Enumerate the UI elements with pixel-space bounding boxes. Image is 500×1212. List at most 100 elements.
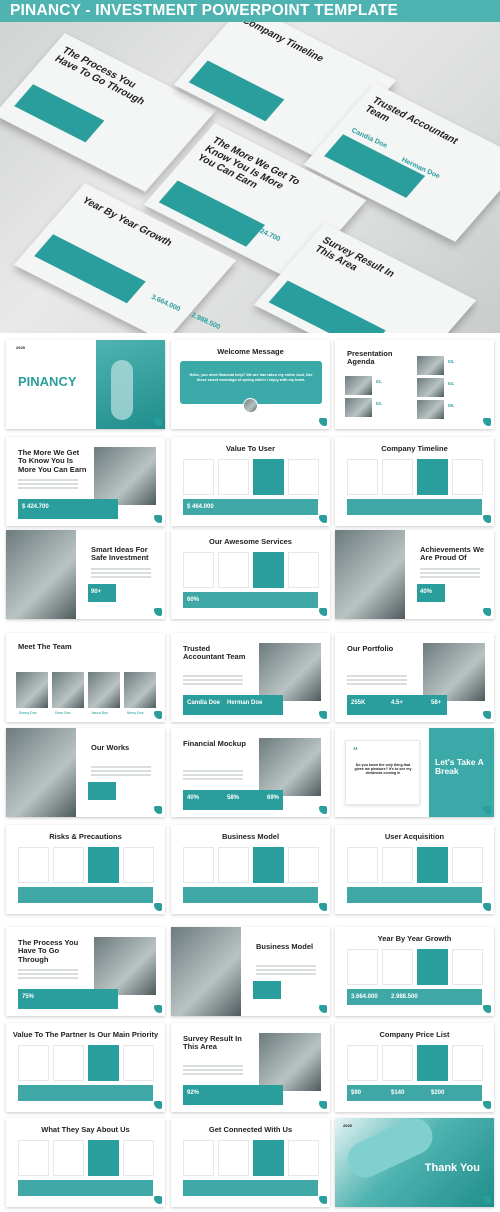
slide-image	[423, 643, 485, 701]
slide-thumbnail[interactable]: Our Portfolio 255K 4.5+ 58+	[335, 633, 494, 722]
slide-thumbnail[interactable]: Smart Ideas For Safe Investment 90+ 10+	[6, 530, 165, 619]
slide-thumbnail[interactable]: Achievements We Are Proud Of 40% 75% $549 M	[335, 530, 494, 619]
text-line	[183, 683, 243, 685]
slide-thumbnail[interactable]: Welcome Message Hello, you need financial…	[171, 340, 330, 429]
corner-logo-icon	[154, 1005, 162, 1013]
slide-title: Our Awesome Services	[209, 537, 292, 546]
content-card	[53, 1140, 84, 1176]
slide-title: What They Say About Us	[41, 1125, 130, 1134]
content-card	[452, 1045, 483, 1081]
corner-logo-icon	[319, 806, 327, 814]
text-line	[347, 683, 407, 685]
slide-image	[259, 1033, 321, 1091]
stat-value: 92%	[187, 1090, 200, 1096]
slide-thumbnail[interactable]: What They Say About Us	[6, 1118, 165, 1207]
content-card	[417, 459, 448, 495]
agenda-image	[345, 398, 372, 417]
corner-logo-icon	[319, 418, 327, 426]
content-card	[288, 1140, 319, 1176]
slide-thumbnail[interactable]: The More We Get To Know You Is More You …	[6, 437, 165, 526]
corner-logo-icon	[483, 515, 491, 523]
text-line	[91, 572, 151, 574]
corner-logo-icon	[319, 1101, 327, 1109]
corner-logo-icon	[319, 1196, 327, 1204]
text-line	[347, 675, 407, 677]
slide-title: Risks & Precautions	[49, 832, 122, 841]
content-card	[88, 847, 119, 883]
text-line	[183, 675, 243, 677]
accent-card	[88, 782, 116, 800]
corner-logo-icon	[483, 1101, 491, 1109]
slide-image	[259, 738, 321, 796]
slide-thumbnail[interactable]: Trusted Accountant Team Candia Doe Herman …	[171, 633, 330, 722]
slide-title: Company Timeline	[381, 444, 448, 453]
slide-thumbnail[interactable]: Value To The Partner Is Our Main Priorit…	[6, 1023, 165, 1112]
stat-value: 2.988.500	[391, 994, 418, 1000]
text-line	[91, 770, 151, 772]
accent-block	[34, 234, 146, 304]
content-card	[347, 949, 378, 985]
slide-thumbnail[interactable]: Financial Mockup 40% 58% 69%	[171, 728, 330, 817]
content-card	[253, 1140, 284, 1176]
slide-image	[6, 530, 76, 619]
slide-title: Thank You	[424, 1162, 480, 1174]
slide-thumbnail[interactable]: 2025 PINANCY	[6, 340, 165, 429]
agenda-image	[345, 376, 372, 395]
slide-thumbnail[interactable]: “ Do you know the only thing that gives m…	[335, 728, 494, 817]
team-name: Jason Doe	[91, 711, 109, 715]
stat-value: $549 M	[476, 589, 494, 595]
content-card	[18, 1140, 49, 1176]
corner-logo-icon	[483, 711, 491, 719]
quote-mark: “	[353, 746, 358, 757]
slide-thumbnail[interactable]: Business Model	[171, 927, 330, 1016]
corner-logo-icon	[154, 1196, 162, 1204]
text-line	[256, 965, 316, 967]
slide-thumbnail[interactable]: Company Price List $90 $140 $200	[335, 1023, 494, 1112]
slide-thumbnail[interactable]: Get Connected With Us	[171, 1118, 330, 1207]
slide-thumbnail[interactable]: Risks & Precautions	[6, 825, 165, 914]
text-line	[18, 483, 78, 485]
slide-thumbnail[interactable]: Survey Result In This Area 92%	[171, 1023, 330, 1112]
slide-thumbnail[interactable]: Year By Year Growth 3.664.000 2.988.500	[335, 927, 494, 1016]
agenda-number: 01.	[376, 379, 383, 384]
stat-value: 58%	[227, 795, 240, 801]
slide-thumbnail[interactable]: Our Awesome Services 60%	[171, 530, 330, 619]
slide-image	[94, 937, 156, 995]
content-card	[382, 949, 413, 985]
banner: PINANCY - INVESTMENT POWERPOINT TEMPLATE	[0, 0, 500, 22]
slide-thumbnail[interactable]: The Process You Have To Go Through 75%	[6, 927, 165, 1016]
slide-thumbnail[interactable]: 2025 Thank You	[335, 1118, 494, 1207]
accent-band	[18, 1085, 153, 1101]
corner-logo-icon	[154, 806, 162, 814]
slide-thumbnail[interactable]: Company Timeline	[335, 437, 494, 526]
content-card	[218, 459, 249, 495]
hero-slide-title: The More We Get To Know You Is More You …	[194, 135, 303, 192]
corner-logo-icon	[483, 418, 491, 426]
text-line	[256, 969, 316, 971]
slide-thumbnail[interactable]: Presentation Agenda 01. 02. 03. 04. 05.	[335, 340, 494, 429]
slide-thumbnail[interactable]: Business Model	[171, 825, 330, 914]
hero-slide-title: The Process You Have To Go Through	[52, 45, 147, 108]
stat-value: $140	[391, 1090, 405, 1096]
slide-thumbnail[interactable]: Value To User $ 464.000	[171, 437, 330, 526]
corner-logo-icon	[319, 608, 327, 616]
agenda-number: 03.	[448, 359, 455, 364]
corner-logo-icon	[154, 903, 162, 911]
slide-thumbnail[interactable]: Meet The Team Denny Doe Dove Doe Jason Doe M…	[6, 633, 165, 722]
content-card	[218, 847, 249, 883]
banner-title: PINANCY - INVESTMENT POWERPOINT TEMPLATE	[10, 2, 399, 19]
accent-band	[18, 1180, 153, 1196]
slide-image	[6, 728, 76, 817]
text-line	[91, 568, 151, 570]
slide-thumbnail[interactable]: User Acquisition	[335, 825, 494, 914]
slide-title: Company Price List	[379, 1030, 450, 1039]
slide-thumbnail[interactable]: Our Works	[6, 728, 165, 817]
content-card	[382, 1045, 413, 1081]
content-card	[347, 1045, 378, 1081]
team-photo	[52, 672, 84, 708]
avatar	[243, 398, 258, 413]
slide-year: 2025	[16, 345, 25, 350]
cover-pill	[111, 360, 133, 420]
corner-logo-icon	[154, 711, 162, 719]
content-card	[417, 949, 448, 985]
